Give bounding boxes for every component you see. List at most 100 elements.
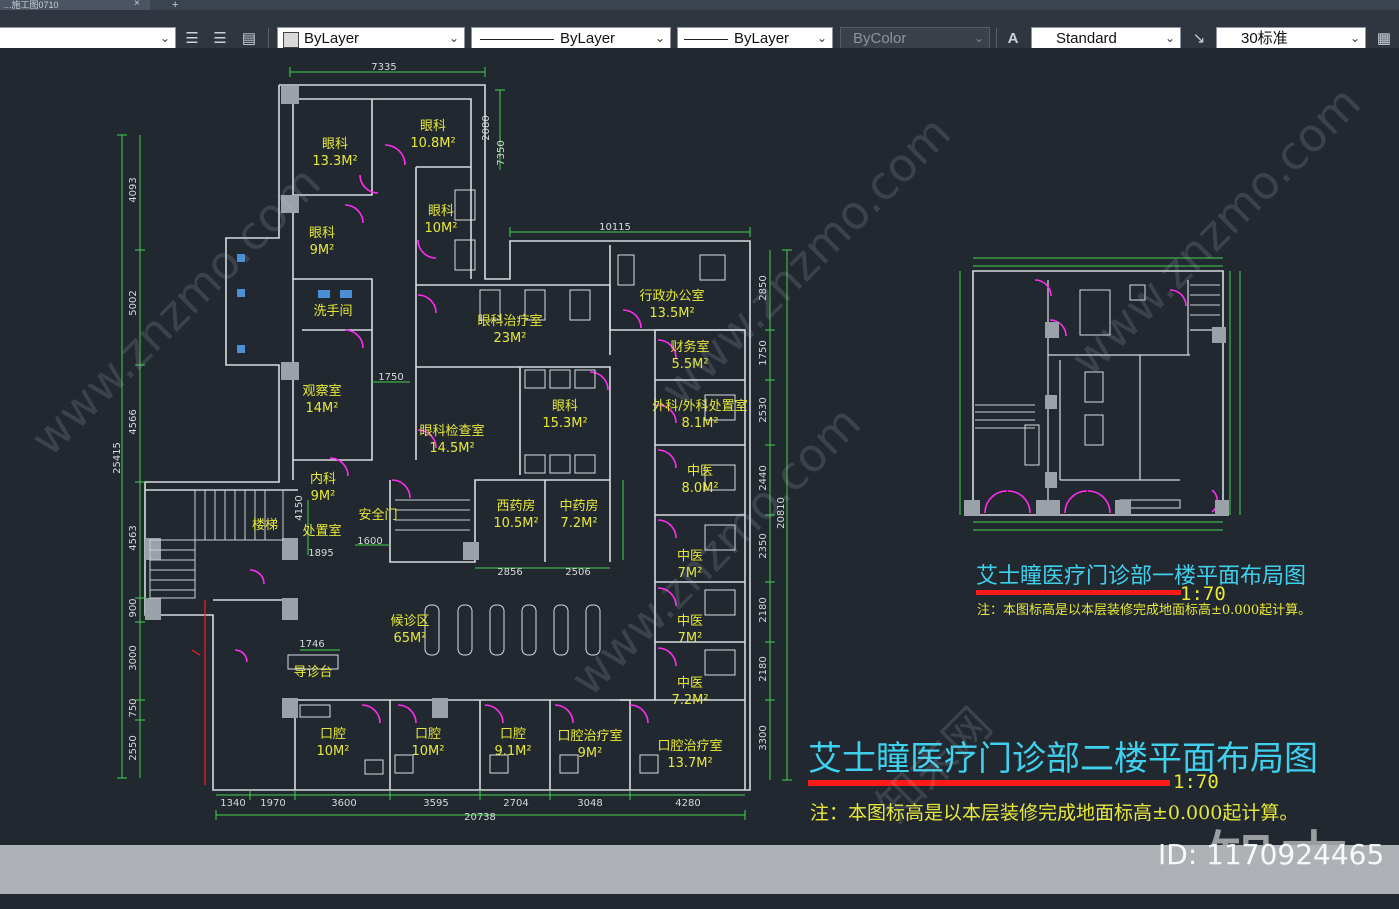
room-name: 口腔治疗室 xyxy=(557,728,622,744)
watermark-id: ID: 1170924465 xyxy=(1158,838,1385,871)
color-swatch xyxy=(283,32,299,48)
layer-state-icon[interactable]: ▤ xyxy=(238,28,260,50)
room-name: 口腔 xyxy=(415,727,441,742)
dim-bottom-1: 1970 xyxy=(260,798,285,809)
dim-left-4: 900 xyxy=(128,598,139,617)
room-name: 洗手间 xyxy=(313,304,352,319)
room-area: 7M² xyxy=(678,631,703,646)
room-area: 9.1M² xyxy=(494,744,531,759)
dim-left-6: 750 xyxy=(128,698,139,717)
dim-left-7: 2550 xyxy=(128,735,139,760)
dim-bottom-6: 4280 xyxy=(675,798,700,809)
dimstyle-value: 30标准 xyxy=(1241,30,1288,47)
dim-bottom-3: 3595 xyxy=(423,798,448,809)
chevron-down-icon: ⌄ xyxy=(1349,31,1360,45)
dim-top: 7335 xyxy=(371,62,396,73)
dimension-style-icon[interactable]: ↘ xyxy=(1188,28,1210,50)
room-area: 14M² xyxy=(306,401,339,416)
room-area: 13.3M² xyxy=(312,154,357,169)
room-name: 安全门 xyxy=(358,507,397,523)
dim-bottom-5: 3048 xyxy=(577,798,602,809)
room-name: 西药房 xyxy=(496,498,535,514)
room-name: 口腔治疗室 xyxy=(657,738,722,754)
dim-misc-2: 1750 xyxy=(378,372,403,383)
room-area: 10M² xyxy=(317,744,350,759)
drawing-canvas[interactable]: 7335 10115 25415 4093 5002 4566 4563 900… xyxy=(0,48,1399,905)
dim-right-5: 2180 xyxy=(758,597,769,622)
room-name: 眼科 xyxy=(552,399,578,414)
text-style-icon[interactable]: A xyxy=(1002,28,1024,50)
dim-top-right: 10115 xyxy=(599,222,631,233)
room-name: 眼科治疗室 xyxy=(477,313,542,329)
dim-misc-3: 1600 xyxy=(357,536,382,547)
floor2-stairs xyxy=(149,489,470,599)
room-name: 眼科检查室 xyxy=(419,423,484,439)
room-name: 导诊台 xyxy=(293,665,332,680)
layer-match-icon[interactable]: ☰ xyxy=(181,28,203,50)
room-name: 内科 xyxy=(310,471,336,487)
room-area: 13.7M² xyxy=(667,756,712,771)
properties-toolbar: ⌄ ☰ ☰ ▤ ByLayer ⌄ ByLayer ⌄ ByLayer ⌄ By… xyxy=(0,10,1399,51)
room-area: 10M² xyxy=(412,744,445,759)
room-name: 眼科 xyxy=(428,204,454,219)
room-area: 9M² xyxy=(578,746,603,761)
document-tab[interactable]: ...施工图0710 × xyxy=(0,0,150,10)
room-name: 行政办公室 xyxy=(639,288,704,304)
floor1-note: 注：本图标高是以本层装修完成地面标高±0.000起计算。 xyxy=(977,603,1312,618)
dim-bottom-total: 20738 xyxy=(464,812,496,823)
toolbar-separator xyxy=(268,28,269,50)
room-name: 中医 xyxy=(677,676,703,691)
room-name: 中药房 xyxy=(559,498,598,514)
room-area: 9M² xyxy=(311,489,336,504)
linetype-value: ByLayer xyxy=(560,30,616,47)
red-cut-line xyxy=(191,600,206,785)
table-style-icon[interactable]: ▦ xyxy=(1373,28,1395,50)
room-name: 眼科 xyxy=(322,137,348,152)
dim-right-2: 2530 xyxy=(758,397,769,422)
dim-left-total: 25415 xyxy=(112,442,123,474)
room-name: 口腔 xyxy=(320,727,346,742)
room-area: 10.8M² xyxy=(410,136,455,151)
chevron-down-icon: ⌄ xyxy=(973,31,984,45)
dim-misc-0: 2080 xyxy=(481,115,492,140)
room-area: 7.2M² xyxy=(671,693,708,708)
room-area: 65M² xyxy=(394,631,427,646)
room-area: 13.5M² xyxy=(649,306,694,321)
room-area: 8.0M² xyxy=(681,481,718,496)
chevron-down-icon: ⌄ xyxy=(1164,31,1175,45)
dim-left-3: 4563 xyxy=(128,525,139,550)
dim-misc-4: 1895 xyxy=(308,548,333,559)
room-area: 23M² xyxy=(494,331,527,346)
floor1-plan xyxy=(959,257,1241,531)
dim-left-0: 4093 xyxy=(128,177,139,202)
lineweight-preview xyxy=(684,39,728,40)
room-area: 10M² xyxy=(425,221,458,236)
plotstyle-value: ByColor xyxy=(853,30,907,47)
chevron-down-icon: ⌄ xyxy=(448,31,459,45)
room-area: 15.3M² xyxy=(542,416,587,431)
floor2-scale: 1:70 xyxy=(1173,771,1219,793)
close-icon[interactable]: × xyxy=(134,0,140,9)
textstyle-value: Standard xyxy=(1056,30,1117,47)
dim-misc-8: 1746 xyxy=(299,639,324,650)
floor2-furniture xyxy=(287,189,736,775)
room-area: 14.5M² xyxy=(429,441,474,456)
linetype-preview xyxy=(480,39,554,40)
toolbar-separator xyxy=(996,28,997,50)
room-name: 口腔 xyxy=(500,727,526,742)
dim-misc-1: 7350 xyxy=(496,140,507,165)
layer-previous-icon[interactable]: ☰ xyxy=(209,28,231,50)
color-value: ByLayer xyxy=(304,30,360,47)
room-name: 中医 xyxy=(687,464,713,479)
room-name: 眼科 xyxy=(420,119,446,134)
chevron-down-icon: ⌄ xyxy=(159,31,170,45)
lineweight-value: ByLayer xyxy=(734,30,790,47)
dim-bottom-4: 2704 xyxy=(503,798,528,809)
dim-right-6: 2180 xyxy=(758,656,769,681)
room-name: 处置室 xyxy=(302,523,341,539)
room-name: 观察室 xyxy=(302,383,341,399)
dim-left-2: 4566 xyxy=(128,409,139,434)
chevron-down-icon: ⌄ xyxy=(654,31,665,45)
dim-misc-7: 2506 xyxy=(565,567,590,578)
dim-misc-5: 4150 xyxy=(294,495,305,520)
